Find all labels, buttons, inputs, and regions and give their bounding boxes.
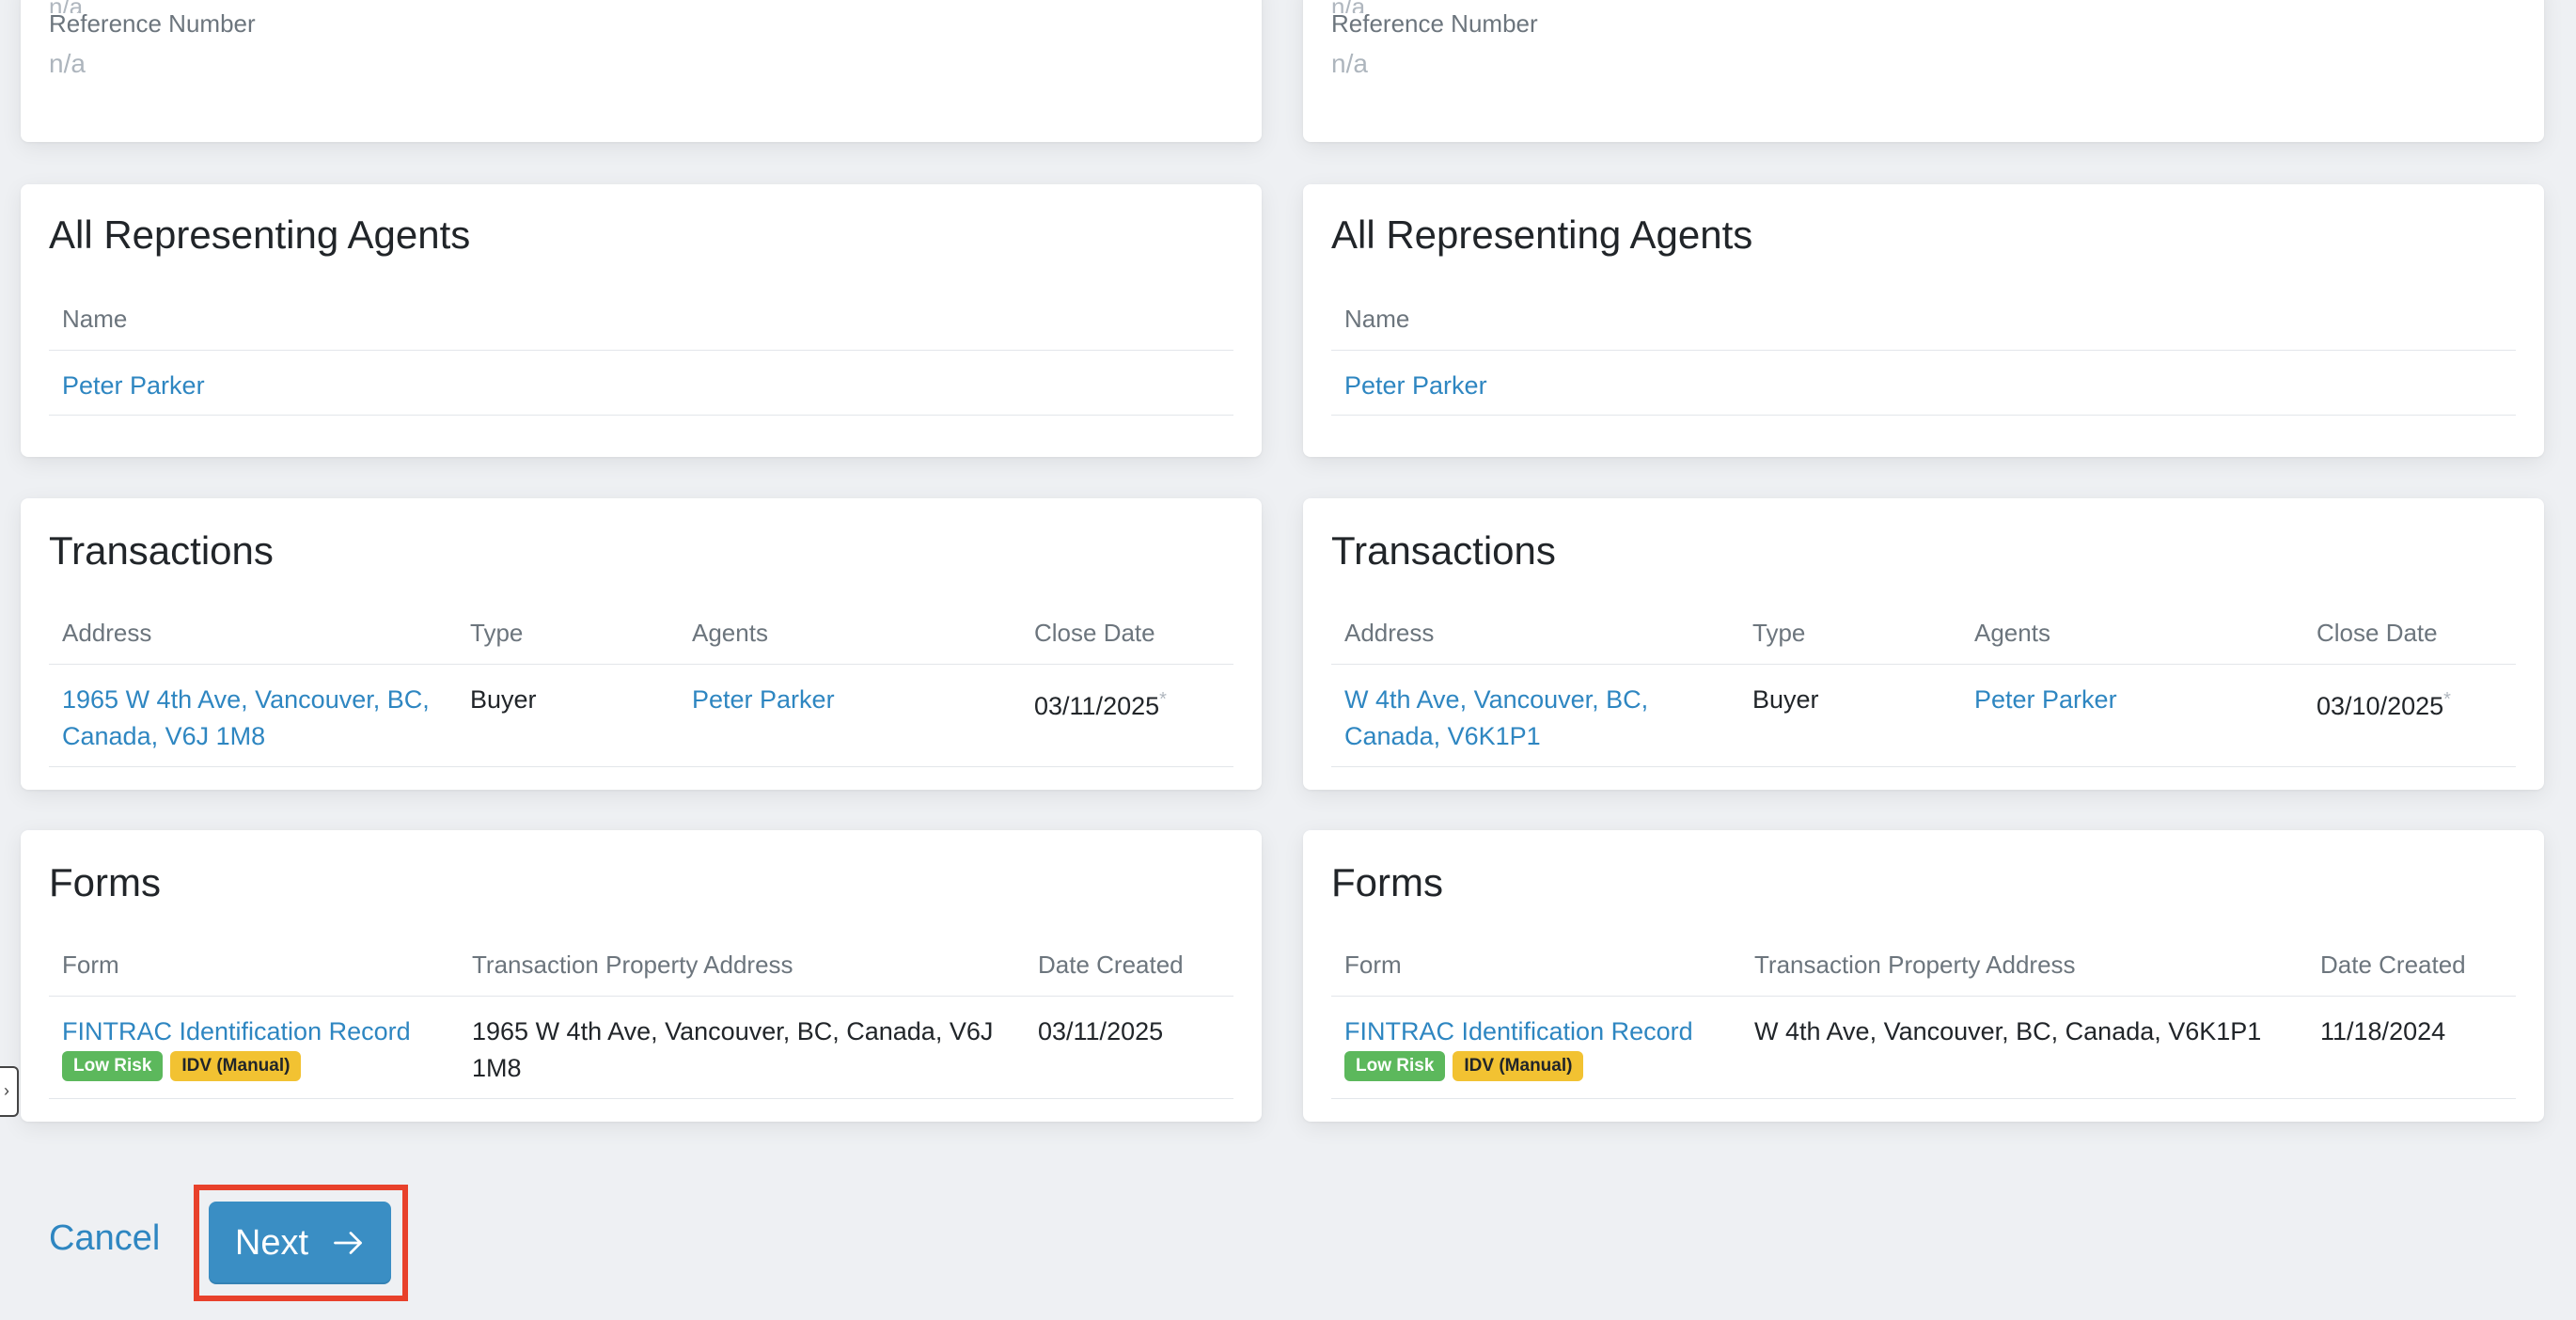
- transaction-address-link[interactable]: 1965 W 4th Ave, Vancouver, BC, Canada, V…: [62, 682, 430, 755]
- next-button[interactable]: Next: [209, 1202, 391, 1284]
- transaction-close-date: 03/11/2025*: [1034, 682, 1167, 725]
- table-row: W 4th Ave, Vancouver, BC, Canada, V6K1P1…: [1331, 665, 2516, 767]
- form-badges: Low Risk IDV (Manual): [62, 1051, 302, 1081]
- transactions-table-header: Address Type Agents Close Date: [1331, 602, 2516, 665]
- column-header-property-address: Transaction Property Address: [1754, 951, 2076, 979]
- transaction-address-link[interactable]: W 4th Ave, Vancouver, BC, Canada, V6K1P1: [1344, 682, 1648, 755]
- forms-title: Forms: [49, 860, 161, 904]
- address-line-2: Canada, V6J 1M8: [62, 722, 266, 750]
- agent-link[interactable]: Peter Parker: [62, 368, 205, 404]
- column-header-form: Form: [62, 951, 119, 979]
- forms-table: Form Transaction Property Address Date C…: [1331, 934, 2516, 1099]
- address-line-1: W 4th Ave, Vancouver, BC,: [1344, 685, 1649, 714]
- column-header-address: Address: [1344, 619, 1435, 647]
- transactions-card: Transactions Address Type Agents Close D…: [1303, 498, 2544, 790]
- column-header-date-created: Date Created: [2320, 951, 2466, 979]
- transaction-type: Buyer: [1752, 685, 1819, 714]
- close-date-asterisk: *: [1159, 689, 1167, 710]
- reference-card: n/a Reference Number n/a: [21, 0, 1262, 142]
- transactions-table: Address Type Agents Close Date 1965 W 4t…: [49, 602, 1233, 767]
- forms-card: Forms Form Transaction Property Address …: [21, 830, 1262, 1122]
- table-row: FINTRAC Identification Record Low Risk I…: [49, 997, 1233, 1099]
- column-header-address: Address: [62, 619, 152, 647]
- table-row: 1965 W 4th Ave, Vancouver, BC, Canada, V…: [49, 665, 1233, 767]
- agents-table-header: Name: [49, 288, 1233, 351]
- low-risk-badge: Low Risk: [1344, 1051, 1446, 1081]
- form-property-address: W 4th Ave, Vancouver, BC, Canada, V6K1P1: [1754, 1014, 2261, 1050]
- table-row: Peter Parker: [1331, 351, 2516, 416]
- transaction-agent-link[interactable]: Peter Parker: [692, 682, 835, 718]
- close-date-asterisk: *: [2443, 689, 2451, 710]
- table-row: Peter Parker: [49, 351, 1233, 416]
- forms-table-header: Form Transaction Property Address Date C…: [49, 934, 1233, 997]
- reference-number-label: Reference Number: [49, 9, 256, 38]
- address-line-1: 1965 W 4th Ave, Vancouver, BC,: [62, 685, 430, 714]
- agents-table: Name Peter Parker: [1331, 288, 2516, 416]
- form-date-created: 11/18/2024: [2320, 1017, 2446, 1045]
- address-line-1: W 4th Ave, Vancouver, BC, Canada, V6K1P1: [1754, 1017, 2262, 1045]
- column-header-agents: Agents: [1974, 619, 2050, 647]
- column-header-name: Name: [62, 305, 128, 333]
- reference-number-label: Reference Number: [1331, 9, 1538, 38]
- table-row: FINTRAC Identification Record Low Risk I…: [1331, 997, 2516, 1099]
- reference-number-value: n/a: [49, 49, 86, 78]
- forms-title: Forms: [1331, 860, 1443, 904]
- column-header-date-created: Date Created: [1038, 951, 1184, 979]
- forms-table: Form Transaction Property Address Date C…: [49, 934, 1233, 1099]
- transactions-table-header: Address Type Agents Close Date: [49, 602, 1233, 665]
- chevron-right-icon: ›: [4, 1081, 9, 1100]
- agents-table-header: Name: [1331, 288, 2516, 351]
- agents-card: All Representing Agents Name Peter Parke…: [21, 184, 1262, 457]
- address-line-2: Canada, V6K1P1: [1344, 722, 1541, 750]
- form-badges: Low Risk IDV (Manual): [1344, 1051, 1584, 1081]
- column-header-type: Type: [470, 619, 524, 647]
- reference-card: n/a Reference Number n/a: [1303, 0, 2544, 142]
- column-header-property-address: Transaction Property Address: [472, 951, 793, 979]
- transaction-type: Buyer: [470, 685, 537, 714]
- agents-table: Name Peter Parker: [49, 288, 1233, 416]
- column-header-form: Form: [1344, 951, 1402, 979]
- close-date-value: 03/10/2025: [2317, 692, 2444, 720]
- transactions-title: Transactions: [49, 528, 274, 573]
- column-header-agents: Agents: [692, 619, 768, 647]
- cancel-button[interactable]: Cancel: [49, 1218, 160, 1259]
- column-header-name: Name: [1344, 305, 1410, 333]
- column-header-close-date: Close Date: [1034, 619, 1155, 647]
- arrow-right-icon: [334, 1232, 362, 1254]
- sidebar-toggle[interactable]: ›: [0, 1066, 19, 1117]
- address-line-1: 1965 W 4th Ave, Vancouver, BC, Canada, V…: [472, 1017, 994, 1045]
- form-property-address: 1965 W 4th Ave, Vancouver, BC, Canada, V…: [472, 1014, 993, 1087]
- low-risk-badge: Low Risk: [62, 1051, 164, 1081]
- form-link[interactable]: FINTRAC Identification Record: [1344, 1014, 1693, 1050]
- agents-title: All Representing Agents: [1331, 212, 1753, 257]
- transactions-card: Transactions Address Type Agents Close D…: [21, 498, 1262, 790]
- address-line-2: 1M8: [472, 1054, 522, 1082]
- reference-number-value: n/a: [1331, 49, 1368, 78]
- agents-card: All Representing Agents Name Peter Parke…: [1303, 184, 2544, 457]
- form-link[interactable]: FINTRAC Identification Record: [62, 1014, 411, 1050]
- transaction-agent-link[interactable]: Peter Parker: [1974, 682, 2117, 718]
- idv-manual-badge: IDV (Manual): [1453, 1051, 1584, 1081]
- transaction-close-date: 03/10/2025*: [2317, 682, 2451, 725]
- agent-link[interactable]: Peter Parker: [1344, 368, 1487, 404]
- forms-card: Forms Form Transaction Property Address …: [1303, 830, 2544, 1122]
- transactions-table: Address Type Agents Close Date W 4th Ave…: [1331, 602, 2516, 767]
- forms-table-header: Form Transaction Property Address Date C…: [1331, 934, 2516, 997]
- column-header-type: Type: [1752, 619, 1806, 647]
- agents-title: All Representing Agents: [49, 212, 471, 257]
- idv-manual-badge: IDV (Manual): [170, 1051, 302, 1081]
- column-header-close-date: Close Date: [2317, 619, 2438, 647]
- form-date-created: 03/11/2025: [1038, 1017, 1164, 1045]
- close-date-value: 03/11/2025: [1034, 692, 1160, 720]
- transactions-title: Transactions: [1331, 528, 1556, 573]
- next-button-label: Next: [234, 1222, 309, 1263]
